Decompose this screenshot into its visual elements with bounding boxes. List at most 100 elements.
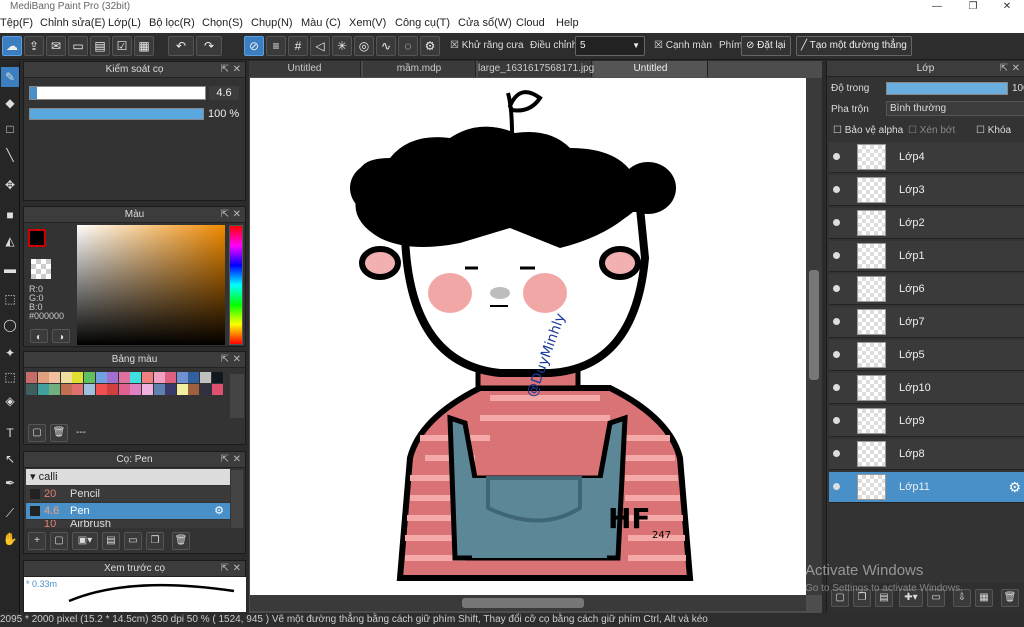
undock-icon[interactable]: ⇱ [221,62,229,78]
palette-swatch[interactable] [26,384,37,395]
circle-snap-icon[interactable]: ◎ [354,36,374,56]
comment-icon[interactable]: ✉ [46,36,66,56]
close-button[interactable]: ✕ [990,0,1024,15]
undock-icon[interactable]: ⇱ [221,452,229,468]
layer-row[interactable]: Lớp4 [829,142,1024,173]
bucket-tool-icon[interactable]: ◭ [1,231,19,251]
palette-swatch[interactable] [130,384,142,395]
grid-icon[interactable]: ▦ [134,36,154,56]
eye-icon[interactable] [833,450,840,457]
layer-row[interactable]: Lớp6 [829,274,1024,305]
palette-swatch[interactable] [165,384,177,395]
vanish-snap-icon[interactable]: ◁ [310,36,330,56]
layer-row[interactable]: Lớp10 [829,373,1024,404]
ellipse-snap-icon[interactable]: ◌ [398,36,418,56]
brush-item[interactable]: 10 Airbrush [26,520,230,528]
select-pen-icon[interactable]: ⬚ [1,367,19,387]
palette-swatch[interactable] [142,384,153,395]
menu-edit[interactable]: Chỉnh sửa(E) [40,17,105,29]
brush-item-selected[interactable]: 4.6 Pen ⚙ [26,503,230,519]
menu-window[interactable]: Cửa sổ(W) [458,17,512,29]
tab-untitled-1[interactable]: Untitled [249,61,361,77]
undo-icon[interactable]: ↶ [168,36,194,56]
protect-alpha-checkbox[interactable]: ☐ Bảo vệ alpha [833,125,903,136]
eye-icon[interactable] [833,153,840,160]
brush-item[interactable]: 20 Pencil [26,486,230,502]
antialias-checkbox[interactable]: ☒ Khử răng cưa [450,40,524,51]
eye-icon[interactable] [833,384,840,391]
minimize-button[interactable]: — [920,0,954,15]
palette-swatch[interactable] [188,384,200,395]
palette-swatch[interactable] [107,372,119,383]
shape-tool-icon[interactable]: □ [1,119,19,139]
line-tool-icon[interactable]: ╲ [1,145,19,165]
document-icon[interactable]: ▤ [90,36,110,56]
drawing-canvas[interactable]: @DuyMinhly HF 247 [250,78,806,595]
menu-view[interactable]: Xem(V) [349,17,386,29]
layer-row[interactable]: Lớp5 [829,340,1024,371]
gear-icon[interactable]: ⚙ [1008,479,1021,496]
tab-mam[interactable]: mầm.mdp [363,61,476,77]
menu-layer[interactable]: Lớp(L) [108,17,141,29]
fill-rect-tool-icon[interactable]: ■ [1,205,19,225]
brush-tool-icon[interactable]: ✎ [1,67,19,87]
layer-row[interactable]: Lớp7 [829,307,1024,338]
maximize-button[interactable]: ❐ [956,0,990,15]
parallel-snap-icon[interactable]: ≡ [266,36,286,56]
eyedropper-icon[interactable]: ✒ [1,473,19,493]
eye-icon[interactable] [833,417,840,424]
layer-row[interactable]: Lớp2 [829,208,1024,239]
redo-icon[interactable]: ↷ [196,36,222,56]
palette-swatch[interactable] [118,384,130,395]
color-swap-icon[interactable]: ◑ [52,329,70,343]
clipping-checkbox[interactable]: ☐ Xén bớt [908,125,955,136]
lock-checkbox[interactable]: ☐ Khóa [976,125,1011,136]
palette-swatch[interactable] [211,384,223,395]
operation-tool-icon[interactable]: ↖ [1,449,19,469]
hand-tool-icon[interactable]: ✋ [1,529,19,549]
palette-swatch[interactable] [200,372,211,383]
snap-off-icon[interactable]: ⊘ [244,36,264,56]
add-brush-menu-icon[interactable]: ▣▾ [72,532,98,550]
new-palette-icon[interactable]: ▢ [28,424,46,442]
palette-swatch[interactable] [60,372,72,383]
divide-tool-icon[interactable]: ⟋ [1,503,19,523]
lasso-tool-icon[interactable]: ◯ [1,315,19,335]
hue-slider[interactable] [229,225,243,345]
upload-icon[interactable]: ⇪ [24,36,44,56]
layer-row[interactable]: Lớp3 [829,175,1024,206]
select-rect-icon[interactable]: ⬚ [1,289,19,309]
blend-select[interactable]: Bình thường [886,101,1024,116]
tab-untitled-2[interactable]: Untitled [594,61,708,77]
primary-color-swatch[interactable] [28,229,46,247]
new-brush-icon[interactable]: ▢ [50,532,68,550]
undock-icon[interactable]: ⇱ [1000,61,1008,77]
undock-icon[interactable]: ⇱ [221,561,229,577]
transparent-color-swatch[interactable] [31,259,51,279]
eye-icon[interactable] [833,483,840,490]
palette-swatch[interactable] [37,384,49,395]
menu-color[interactable]: Màu (C) [301,17,341,29]
menu-capture[interactable]: Chụp(N) [251,17,293,29]
close-icon[interactable]: ✕ [1012,61,1020,77]
folder-icon[interactable]: ▭ [124,532,142,550]
brush-group[interactable]: ▾ calli [26,469,230,485]
saturation-value-picker[interactable] [77,225,225,345]
palette-swatch[interactable] [49,384,61,395]
palette-swatch[interactable] [26,372,37,383]
scroll-thumb[interactable] [462,598,584,608]
reset-button[interactable]: ⊘ Đặt lại [741,36,791,56]
palette-swatch[interactable] [118,372,130,383]
menu-file[interactable]: Tệp(F) [0,17,33,29]
close-icon[interactable]: ✕ [233,207,241,223]
palette-swatch[interactable] [188,372,200,383]
layer-row[interactable]: Lớp8 [829,439,1024,470]
undock-icon[interactable]: ⇱ [221,207,229,223]
board-icon[interactable]: ▭ [68,36,88,56]
eye-icon[interactable] [833,351,840,358]
palette-swatch[interactable] [37,372,49,383]
trash-icon[interactable]: 🗑 [50,424,68,442]
scroll-thumb[interactable] [809,270,819,380]
eye-icon[interactable] [833,219,840,226]
vertical-scrollbar[interactable] [806,78,822,595]
